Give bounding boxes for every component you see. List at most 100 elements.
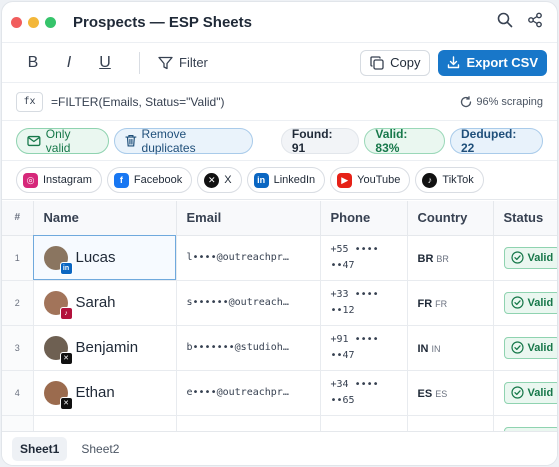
copy-label: Copy xyxy=(390,55,421,70)
social-chip-facebook[interactable]: f Facebook xyxy=(106,167,193,193)
format-toolbar: B I U Filter Copy Export CSV xyxy=(2,43,557,83)
export-csv-button[interactable]: Export CSV xyxy=(438,49,547,76)
email-cell[interactable]: s••••••@outreach… xyxy=(176,280,321,326)
country-code: BR xyxy=(417,252,434,265)
status-cell[interactable]: Valid xyxy=(493,370,557,416)
filter-icon xyxy=(158,56,173,69)
mail-check-icon xyxy=(27,135,41,146)
maximize-window-dot[interactable] xyxy=(45,16,56,28)
name-cell[interactable]: in Lucas xyxy=(33,235,177,281)
status-label: Valid xyxy=(527,296,554,309)
only-valid-toggle[interactable]: Only valid xyxy=(16,127,109,155)
minimize-window-dot[interactable] xyxy=(28,16,39,28)
phone-value-line2: ••65 xyxy=(330,394,355,406)
filter-button[interactable]: Filter xyxy=(158,55,208,70)
name-cell[interactable]: ✕ Ethan xyxy=(33,370,177,416)
status-cell[interactable]: Valid xyxy=(493,325,557,371)
social-chip-linkedin[interactable]: in LinkedIn xyxy=(246,167,326,193)
phone-cell[interactable]: +33 •••• ••12 xyxy=(320,280,408,326)
email-cell[interactable]: e••••@outreachpr… xyxy=(176,370,321,416)
country-code: IN xyxy=(417,342,429,355)
valid-status-badge: Valid xyxy=(503,246,557,269)
person-name: Ethan xyxy=(75,384,115,401)
avatar: in xyxy=(43,245,73,275)
country-cell[interactable]: FR FR xyxy=(407,280,494,326)
bold-button[interactable]: B xyxy=(25,53,41,73)
table-row[interactable]: 2 ♪ Sarah s••••••@outreach… +33 •••• ••12… xyxy=(2,280,557,326)
status-cell[interactable]: Valid xyxy=(493,280,557,326)
social-chip-instagram[interactable]: ◎ Instagram xyxy=(16,167,102,193)
check-circle-icon xyxy=(510,341,524,354)
country-cell[interactable]: ES ES xyxy=(407,370,494,416)
social-chip-label: TikTok xyxy=(442,174,474,186)
sheet-tab-1[interactable]: Sheet1 xyxy=(12,436,68,461)
phone-value-line2: ••12 xyxy=(330,304,355,316)
phone-cell[interactable]: +91 •••• ••47 xyxy=(320,325,408,371)
table-row[interactable]: 4 ✕ Ethan e••••@outreachpr… +34 •••• ••65… xyxy=(2,370,557,416)
country-code: ES xyxy=(417,387,433,400)
sheet-tab-2[interactable]: Sheet2 xyxy=(73,437,127,461)
country-subcode: BR xyxy=(436,253,449,264)
status-label: Valid xyxy=(527,251,554,264)
social-chip-label: X xyxy=(224,174,232,186)
search-icon[interactable] xyxy=(497,12,513,33)
check-circle-icon xyxy=(510,251,524,264)
social-chip-youtube[interactable]: ▶ YouTube xyxy=(330,167,411,193)
email-value: l••••@outreachpr… xyxy=(186,252,289,263)
country-cell[interactable]: BR BR xyxy=(407,235,494,281)
data-grid: # Name Email Phone Country Status 1 in L… xyxy=(2,201,557,433)
status-column-header[interactable]: Status xyxy=(493,201,557,236)
email-cell[interactable]: b•••••••@studioh… xyxy=(176,325,321,371)
country-subcode: IN xyxy=(431,343,441,354)
underline-button[interactable]: U xyxy=(97,53,113,73)
phone-cell[interactable]: +34 •••• ••65 xyxy=(320,370,408,416)
export-label: Export CSV xyxy=(466,55,538,70)
email-cell[interactable]: l••••@outreachpr… xyxy=(176,235,321,281)
formula-input[interactable]: =FILTER(Emails, Status="Valid") xyxy=(51,95,224,109)
avatar: ✕ xyxy=(43,380,73,410)
close-window-dot[interactable] xyxy=(11,16,22,28)
row-number: 3 xyxy=(2,325,34,371)
phone-value-line1: +34 •••• xyxy=(330,378,379,390)
toolbar-divider xyxy=(139,51,140,74)
country-cell[interactable]: IN IN xyxy=(407,325,494,371)
filter-row: Only valid Remove duplicates Found: 91 V… xyxy=(2,121,557,161)
status-label: Valid xyxy=(527,386,554,399)
share-icon[interactable] xyxy=(527,12,543,33)
valid-status-badge: Valid xyxy=(503,381,557,404)
name-column-header[interactable]: Name xyxy=(33,201,177,236)
x-icon: ✕ xyxy=(59,351,73,365)
header-row: # Name Email Phone Country Status xyxy=(2,201,557,236)
status-label: Valid xyxy=(527,341,554,354)
row-number: 2 xyxy=(2,280,34,326)
linkedin-icon: in xyxy=(59,261,73,275)
x-icon: ✕ xyxy=(204,172,220,188)
table-row[interactable]: 3 ✕ Benjamin b•••••••@studioh… +91 •••• •… xyxy=(2,325,557,371)
table-row[interactable]: 1 in Lucas l••••@outreachpr… +55 •••• ••4… xyxy=(2,235,557,281)
phone-column-header[interactable]: Phone xyxy=(320,201,408,236)
phone-cell[interactable]: +55 •••• ••47 xyxy=(320,235,408,281)
person-name: Lucas xyxy=(75,249,116,266)
social-chip-label: Facebook xyxy=(133,174,183,186)
copy-button[interactable]: Copy xyxy=(360,49,431,76)
filter-label: Filter xyxy=(179,55,208,70)
name-cell[interactable]: ♪ Sarah xyxy=(33,280,177,326)
italic-button[interactable]: I xyxy=(61,53,77,73)
formula-bar: fx =FILTER(Emails, Status="Valid") 96% s… xyxy=(2,83,557,121)
name-cell[interactable]: ✕ Benjamin xyxy=(33,325,177,371)
social-chip-tiktok[interactable]: ♪ TikTok xyxy=(415,167,484,193)
country-column-header[interactable]: Country xyxy=(407,201,494,236)
country-code: FR xyxy=(417,297,433,310)
social-source-row: ◎ Instagram f Facebook ✕ Xin LinkedIn ▶ YouTube ♪… xyxy=(2,161,557,200)
social-chip-x[interactable]: ✕ X xyxy=(197,167,242,193)
remove-duplicates-button[interactable]: Remove duplicates xyxy=(113,127,254,155)
scraping-label: 96% scraping xyxy=(476,95,543,108)
country-subcode: ES xyxy=(435,388,448,399)
social-chip-label: YouTube xyxy=(357,174,401,186)
phone-value-line2: ••47 xyxy=(330,259,355,271)
x-icon: ✕ xyxy=(59,396,73,410)
status-cell[interactable]: Valid xyxy=(493,235,557,281)
email-column-header[interactable]: Email xyxy=(176,201,321,236)
valid-status-badge: Valid xyxy=(503,291,557,314)
email-value: e••••@outreachpr… xyxy=(186,387,289,398)
